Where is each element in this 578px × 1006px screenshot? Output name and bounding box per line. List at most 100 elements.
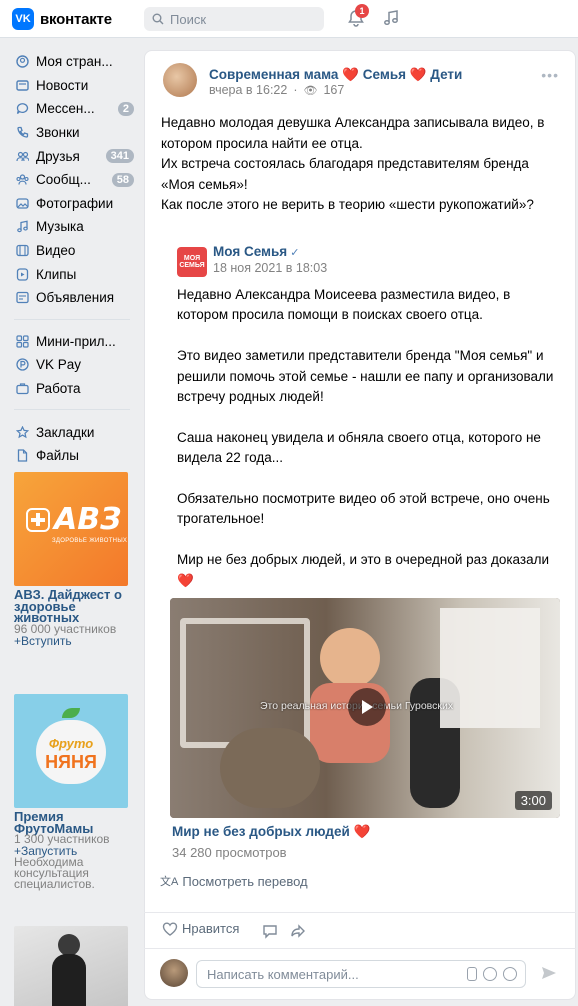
- ad-image[interactable]: АВЗ ЗДОРОВЬЕ ЖИВОТНЫХ: [14, 472, 128, 586]
- sidebar-item[interactable]: Фотографии: [14, 192, 138, 216]
- sidebar-item[interactable]: Друзья 341: [14, 144, 138, 168]
- sidebar-item-label: Видео: [36, 243, 76, 259]
- verified-icon: ✓: [290, 247, 300, 259]
- comment-icon[interactable]: [262, 923, 278, 939]
- ad-disclaimer: Необходима консультация специалистов.: [14, 855, 95, 891]
- sidebar-item-label: Моя стран...: [36, 54, 113, 70]
- video-title[interactable]: Мир не без добрых людей ❤️: [172, 824, 370, 840]
- ad-image[interactable]: Фруто НЯНЯ: [14, 694, 128, 808]
- notification-badge: 1: [355, 4, 369, 18]
- sidebar-item-label: Работа: [36, 381, 81, 397]
- sidebar-item[interactable]: Работа: [14, 377, 138, 401]
- post-text-line: Их встреча состоялась благодаря представ…: [161, 156, 529, 192]
- translate-link[interactable]: 文A Посмотреть перевод: [160, 873, 308, 889]
- video-player[interactable]: Это реальная история семьи Гуровских 3:0…: [170, 598, 560, 818]
- post-author[interactable]: Современная мама ❤️ Семья ❤️ Дети: [209, 67, 462, 83]
- classifieds-icon: [14, 290, 30, 306]
- sidebar-item[interactable]: Мессен... 2: [14, 97, 138, 121]
- repost-date[interactable]: 18 ноя 2021 в 18:03: [213, 261, 327, 275]
- ad-logo-text: АВЗ: [54, 502, 122, 537]
- join-link[interactable]: +Вступить: [14, 635, 128, 647]
- vk-logo[interactable]: VK вконтакте: [12, 8, 112, 30]
- ad-block-3[interactable]: [14, 926, 128, 1006]
- attach-icon[interactable]: [467, 967, 477, 981]
- ad-title[interactable]: АВЗ. Дайджест о здоровье животных: [14, 588, 128, 624]
- sidebar-item[interactable]: Моя стран...: [14, 50, 138, 74]
- sidebar-item[interactable]: Объявления: [14, 286, 138, 310]
- divider: [144, 948, 576, 949]
- comment-placeholder: Написать комментарий...: [207, 966, 359, 982]
- ad-image[interactable]: [14, 926, 128, 1006]
- sidebar-item[interactable]: Мини-прил...: [14, 330, 138, 354]
- counter-badge: 58: [111, 172, 134, 187]
- sidebar-item-label: Новости: [36, 77, 89, 93]
- friends-icon: [14, 148, 30, 164]
- translate-label[interactable]: Посмотреть перевод: [182, 874, 307, 889]
- search-placeholder: Поиск: [170, 11, 207, 27]
- sidebar-item[interactable]: VK Pay: [14, 353, 138, 377]
- like-button[interactable]: Нравится: [162, 921, 239, 936]
- repost-paragraph: Это видео заметили представители бренда …: [177, 348, 554, 405]
- ad-logo-sub: ЗДОРОВЬЕ ЖИВОТНЫХ: [52, 538, 128, 544]
- leaf-icon: [62, 708, 80, 718]
- repost-paragraph: Саша наконец увидела и обняла своего отц…: [177, 429, 541, 466]
- sidebar-item-label: Файлы: [36, 448, 79, 464]
- play-button[interactable]: [348, 688, 386, 726]
- sidebar-divider: [14, 318, 130, 320]
- post-text-line: Как после этого не верить в теорию «шест…: [161, 197, 534, 212]
- sidebar-item[interactable]: Музыка: [14, 215, 138, 239]
- repost-author-name[interactable]: Моя Семья: [213, 244, 287, 259]
- photo-icon: [14, 195, 30, 211]
- post-views: 167: [323, 83, 345, 97]
- camera-icon[interactable]: [483, 967, 497, 981]
- user-circle-icon: [14, 54, 30, 70]
- plus-shield-icon: [26, 508, 50, 532]
- message-icon: [14, 101, 30, 117]
- sidebar-item[interactable]: Новости: [14, 74, 138, 98]
- sidebar-item[interactable]: Звонки: [14, 121, 138, 145]
- sidebar-item[interactable]: Закладки: [14, 420, 138, 444]
- repost-author-avatar[interactable]: МОЯ СЕМЬЯ: [177, 247, 207, 277]
- translate-icon: 文A: [160, 876, 179, 888]
- apps-icon: [14, 333, 30, 349]
- repost-author[interactable]: Моя Семья ✓: [213, 244, 299, 259]
- sidebar-item[interactable]: Клипы: [14, 262, 138, 286]
- sidebar-item-label: Фотографии: [36, 195, 114, 211]
- repost-text: Недавно Александра Моисеева разместила в…: [177, 285, 561, 611]
- send-icon[interactable]: [540, 964, 558, 982]
- repost-paragraph: Мир не без добрых людей, и это в очередн…: [177, 552, 550, 588]
- sidebar-item-label: Друзья: [36, 148, 80, 164]
- sidebar-item[interactable]: Файлы: [14, 444, 138, 468]
- post-text-line: Недавно молодая девушка Александра запис…: [161, 115, 545, 151]
- sidebar-item[interactable]: Видео: [14, 239, 138, 263]
- like-label[interactable]: Нравится: [182, 921, 239, 936]
- ad-block-frutonyanya[interactable]: Фруто НЯНЯ Премия ФрутоМамы 1 300 участн…: [14, 694, 128, 890]
- repost-paragraph: Обязательно посмотрите видео об этой вст…: [177, 491, 550, 527]
- logo-text: вконтакте: [40, 10, 112, 28]
- more-options-icon[interactable]: •••: [541, 67, 559, 83]
- counter-badge: 341: [105, 149, 134, 164]
- sidebar-item[interactable]: Сообщ... 58: [14, 168, 138, 192]
- work-icon: [14, 381, 30, 397]
- sidebar-item-label: Музыка: [36, 219, 84, 235]
- author-avatar[interactable]: [163, 63, 197, 97]
- video-views: 34 280 просмотров: [172, 845, 287, 860]
- sidebar-item-label: Закладки: [36, 424, 95, 440]
- comment-input[interactable]: Написать комментарий...: [196, 960, 526, 988]
- sidebar-item-label: Клипы: [36, 266, 77, 282]
- divider: [144, 912, 576, 913]
- music-note-icon[interactable]: [382, 9, 400, 27]
- my-avatar[interactable]: [160, 959, 188, 987]
- post-time[interactable]: вчера в 16:22: [209, 83, 287, 97]
- heart-icon: [162, 921, 178, 936]
- ad-title[interactable]: Премия ФрутоМамы: [14, 810, 128, 835]
- share-icon[interactable]: [290, 923, 306, 939]
- sidebar-item-label: Объявления: [36, 290, 115, 306]
- emoji-icon[interactable]: [503, 967, 517, 981]
- ad-block-avz[interactable]: АВЗ ЗДОРОВЬЕ ЖИВОТНЫХ АВЗ. Дайджест о зд…: [14, 472, 128, 647]
- dot-separator: ·: [293, 83, 298, 97]
- top-bar: VK вконтакте Поиск 1: [0, 0, 578, 38]
- comment-tools: [467, 967, 517, 981]
- sidebar-item-label: Мессен...: [36, 101, 95, 117]
- search-input[interactable]: Поиск: [144, 7, 324, 31]
